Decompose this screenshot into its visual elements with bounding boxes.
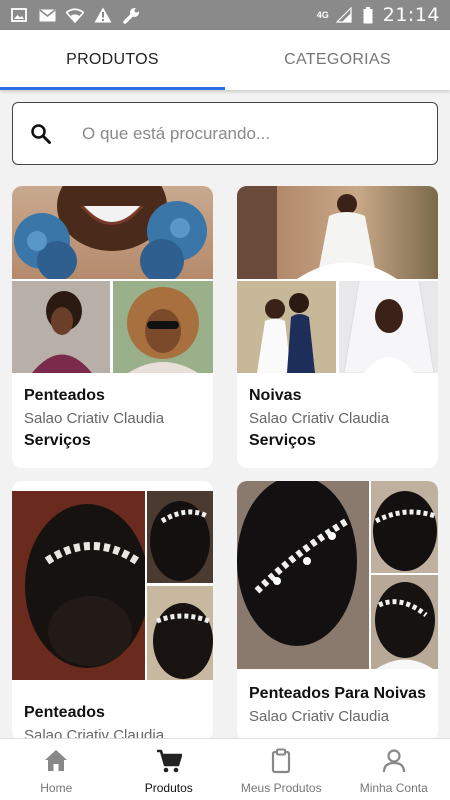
- nav-label: Home: [40, 781, 73, 795]
- card-info: Penteados Para Noivas Salao Criativ Clau…: [237, 671, 438, 728]
- notification-icons: [0, 7, 140, 24]
- mail-icon: [38, 7, 56, 23]
- nav-produtos[interactable]: Produtos: [113, 739, 226, 800]
- bottom-navigation: Home Produtos Meus Produtos Minha Conta: [0, 738, 450, 800]
- nav-label: Produtos: [144, 781, 193, 795]
- product-title: Penteados Para Noivas: [249, 685, 426, 702]
- user-icon: [381, 748, 407, 774]
- product-seller: Salao Criativ Claudia: [249, 708, 390, 725]
- nav-minha-conta[interactable]: Minha Conta: [338, 739, 450, 800]
- nav-label: Minha Conta: [359, 781, 428, 795]
- product-title: Penteados: [24, 387, 105, 404]
- signal-icon: [335, 7, 353, 23]
- clipboard-icon: [268, 748, 294, 774]
- product-category: Serviços: [24, 432, 91, 449]
- card-info: Penteados Salao Criativ Claudia: [12, 690, 213, 741]
- system-icons: 4G 21:14: [317, 4, 450, 26]
- product-seller: Salao Criativ Claudia: [24, 410, 165, 427]
- status-bar: 4G 21:14: [0, 0, 450, 30]
- image-icon: [10, 7, 28, 23]
- product-card[interactable]: Penteados Salao Criativ Claudia: [12, 481, 213, 741]
- product-card[interactable]: Penteados Para Noivas Salao Criativ Clau…: [237, 481, 438, 741]
- product-image: [12, 491, 213, 690]
- tab-produtos[interactable]: PRODUTOS: [0, 30, 225, 90]
- warning-icon: [94, 7, 112, 23]
- product-image: [237, 481, 438, 671]
- nav-home[interactable]: Home: [0, 739, 113, 800]
- card-info: Penteados Salao Criativ Claudia Serviços: [12, 373, 213, 452]
- cart-icon: [156, 748, 183, 774]
- product-image: [237, 186, 438, 373]
- home-icon: [43, 748, 69, 774]
- tab-categorias[interactable]: CATEGORIAS: [225, 30, 450, 90]
- wrench-icon: [122, 7, 140, 24]
- nav-meus-produtos[interactable]: Meus Produtos: [225, 739, 338, 800]
- nav-label: Meus Produtos: [240, 781, 322, 795]
- network-type: 4G: [316, 10, 329, 20]
- product-title: Penteados: [24, 704, 105, 721]
- product-image: [12, 186, 213, 373]
- search-input[interactable]: [82, 123, 402, 144]
- search-icon[interactable]: [30, 123, 52, 145]
- product-card[interactable]: Penteados Salao Criativ Claudia Serviços: [12, 186, 213, 468]
- search-bar[interactable]: [12, 102, 438, 165]
- clock: 21:14: [382, 4, 440, 26]
- tab-bar: PRODUTOS CATEGORIAS: [0, 30, 450, 90]
- battery-icon: [359, 6, 377, 23]
- wifi-icon: [66, 7, 84, 23]
- product-card[interactable]: Noivas Salao Criativ Claudia Serviços: [237, 186, 438, 468]
- product-category: Serviços: [249, 432, 316, 449]
- card-info: Noivas Salao Criativ Claudia Serviços: [237, 373, 438, 452]
- product-title: Noivas: [249, 387, 302, 404]
- product-seller: Salao Criativ Claudia: [249, 410, 390, 427]
